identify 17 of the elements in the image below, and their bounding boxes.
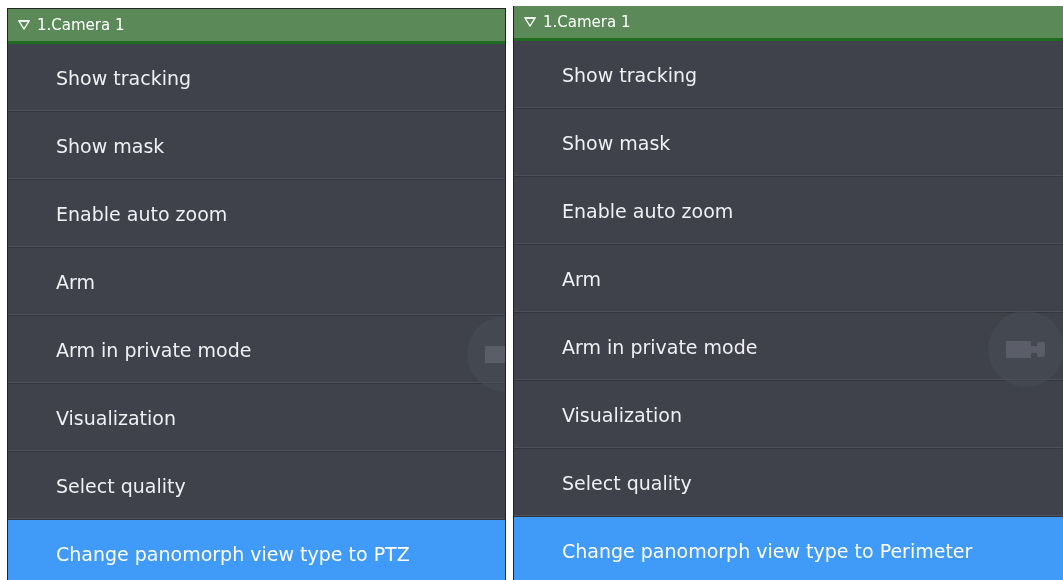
menu-item[interactable]: Enable auto zoom [8, 180, 505, 248]
camera-icon [986, 309, 1063, 389]
menu-item[interactable]: Visualization [8, 384, 505, 452]
menu-item[interactable]: Enable auto zoom [514, 177, 1063, 245]
collapse-triangle-icon [18, 20, 30, 30]
menu-item[interactable]: Show mask [514, 109, 1063, 177]
menu-item[interactable]: Arm [514, 245, 1063, 313]
camera-header[interactable]: 1.Camera 1 [514, 6, 1063, 41]
menu-item[interactable]: Visualization [514, 381, 1063, 449]
collapse-triangle-icon [524, 17, 536, 27]
menu-item[interactable]: Arm [8, 248, 505, 316]
camera-header[interactable]: 1.Camera 1 [8, 9, 505, 44]
menu-item[interactable]: Show tracking [8, 44, 505, 112]
menu-item[interactable]: Show tracking [514, 41, 1063, 109]
menu-item[interactable]: Show mask [8, 112, 505, 180]
camera-title: 1.Camera 1 [37, 16, 125, 34]
camera-title: 1.Camera 1 [543, 13, 631, 31]
